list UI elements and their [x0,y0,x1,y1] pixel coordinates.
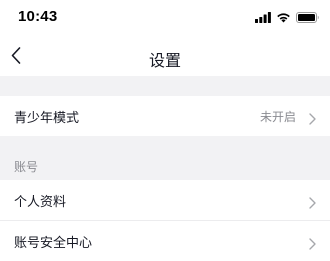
battery-icon [296,11,320,23]
settings-row-account-security[interactable]: 账号安全中心 [0,221,330,261]
row-label: 个人资料 [14,195,67,210]
chevron-right-icon [309,194,316,209]
status-bar: 10:43 [0,0,330,38]
status-icons [255,10,320,24]
wifi-icon [276,12,291,23]
row-label: 青少年模式 [14,111,80,126]
row-value: 未开启 [259,110,296,124]
chevron-right-icon [309,110,316,125]
section-title: 账号 [14,160,39,174]
settings-row-profile[interactable]: 个人资料 [0,180,330,220]
settings-row-teen-mode[interactable]: 青少年模式 未开启 [0,96,330,136]
row-label: 账号安全中心 [14,236,93,251]
nav-bar: 设置 [0,38,330,76]
section-gap [0,76,330,96]
signal-bars-icon [255,11,271,23]
page-title: 设置 [148,51,181,70]
chevron-right-icon [309,235,316,250]
status-time: 10:43 [18,8,58,25]
section-header-account: 账号 [0,136,330,180]
